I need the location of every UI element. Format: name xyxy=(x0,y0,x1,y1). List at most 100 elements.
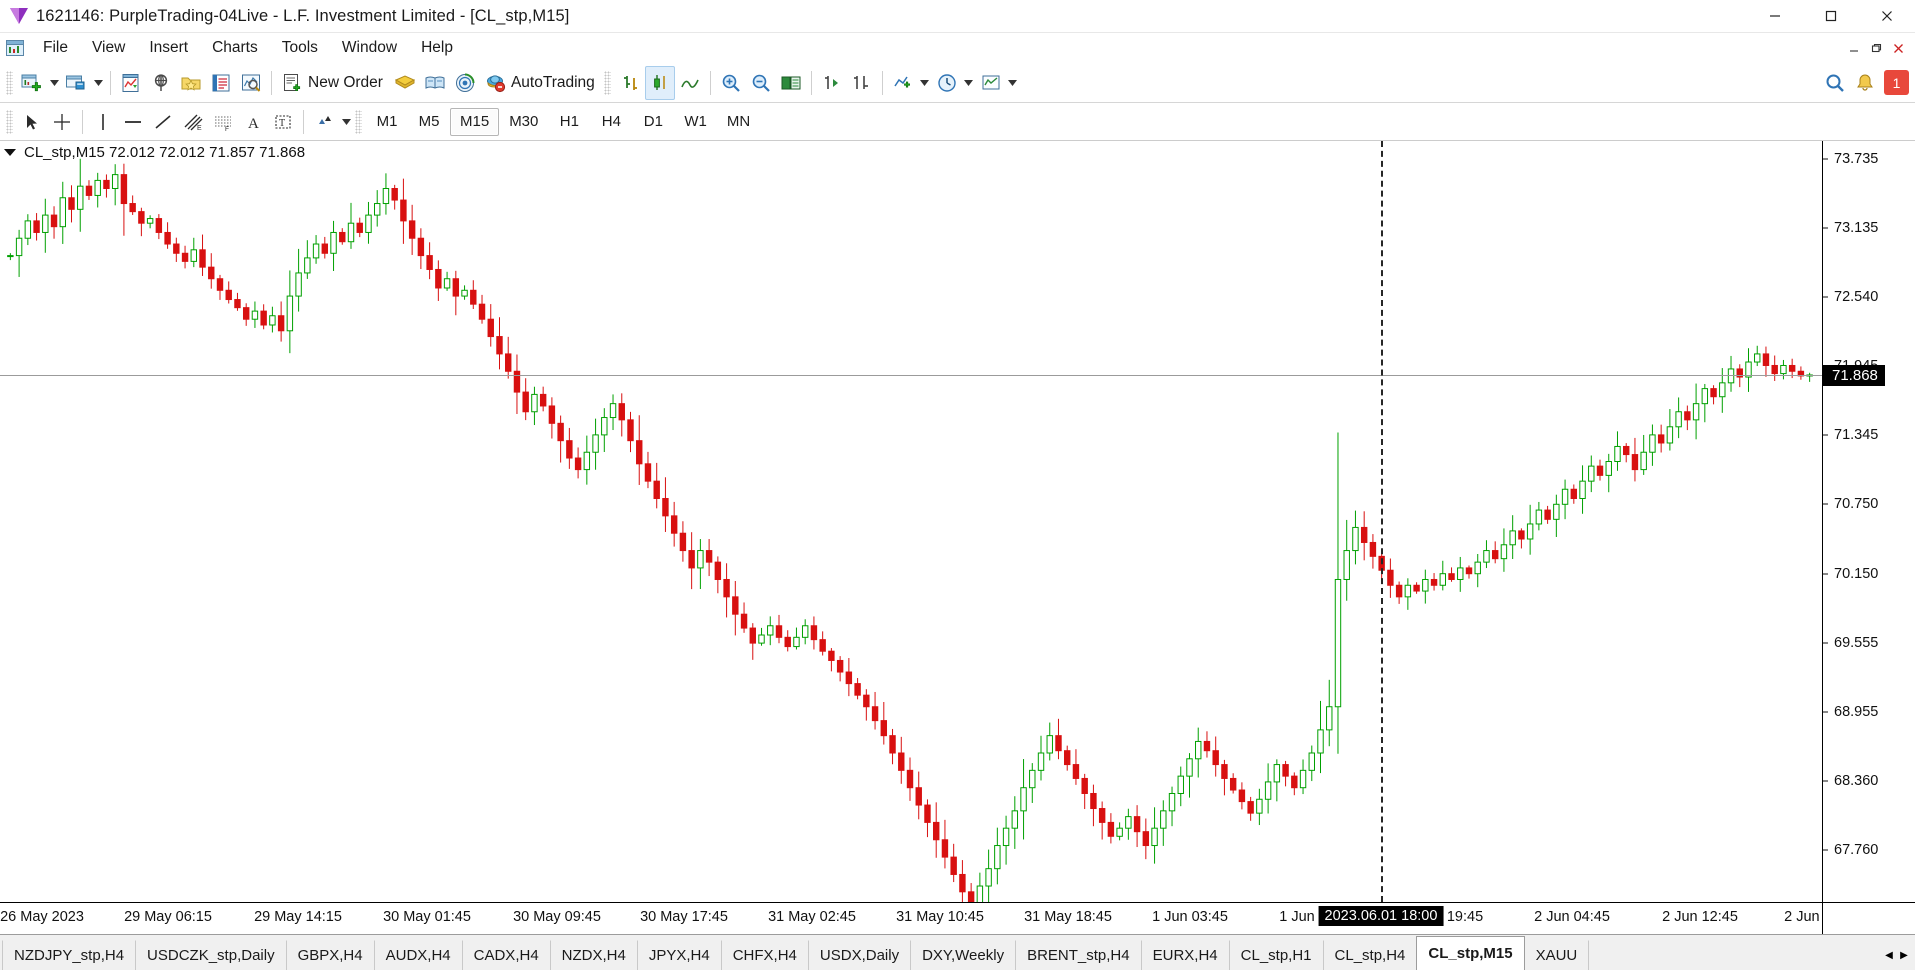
chart-tab[interactable]: CL_stp,H4 xyxy=(1322,940,1418,970)
chart-tab[interactable]: CHFX,H4 xyxy=(720,940,809,970)
chart-tab[interactable]: DXY,Weekly xyxy=(910,940,1017,970)
menu-insert[interactable]: Insert xyxy=(137,36,200,60)
mql5-community-button[interactable] xyxy=(390,66,420,100)
indicators-dropdown-caret[interactable] xyxy=(918,66,932,100)
text-label-icon[interactable]: T xyxy=(268,105,298,139)
chart-tab[interactable]: CL_stp,H1 xyxy=(1228,940,1324,970)
menu-help[interactable]: Help xyxy=(409,36,465,60)
chart-minimize-button[interactable] xyxy=(1843,38,1865,58)
periods-button[interactable] xyxy=(932,66,962,100)
templates-button[interactable] xyxy=(976,66,1006,100)
new-order-button[interactable]: New Order xyxy=(277,66,390,100)
candle-body xyxy=(618,403,625,421)
menu-window[interactable]: Window xyxy=(330,36,409,60)
chart-tab[interactable]: JPYX,H4 xyxy=(636,940,722,970)
menu-file[interactable]: File xyxy=(31,36,80,60)
profiles-button[interactable] xyxy=(61,66,91,100)
indicators-button[interactable] xyxy=(888,66,918,100)
zoom-out-button[interactable] xyxy=(746,66,776,100)
chart-close-button[interactable] xyxy=(1887,38,1909,58)
toolbar-grip-2[interactable] xyxy=(603,70,611,95)
window-minimize-button[interactable] xyxy=(1747,0,1803,33)
chart-context-triangle-icon[interactable] xyxy=(4,148,16,156)
fibonacci-icon[interactable]: F xyxy=(208,105,238,139)
line-chart-button[interactable] xyxy=(675,66,705,100)
candle-body xyxy=(225,289,232,301)
chart-tab[interactable]: USDCZK_stp,Daily xyxy=(135,940,287,970)
chart-tab[interactable]: AUDX,H4 xyxy=(373,940,463,970)
periods-grip[interactable] xyxy=(355,109,362,134)
menu-view[interactable]: View xyxy=(80,36,137,60)
period-m1[interactable]: M1 xyxy=(366,108,408,136)
tab-scroll-left-arrow[interactable]: ◀ xyxy=(1882,941,1896,969)
navigator-button[interactable] xyxy=(146,66,176,100)
chart-tab-bar[interactable]: NZDJPY_stp,H4 USDCZK_stp,Daily GBPX,H4 AUDX… xyxy=(0,934,1915,970)
arrows-dropdown-caret[interactable] xyxy=(339,105,353,139)
market-watch-button[interactable] xyxy=(116,66,146,100)
crosshair-icon[interactable] xyxy=(47,105,77,139)
period-m5[interactable]: M5 xyxy=(408,108,450,136)
cursor-icon[interactable] xyxy=(17,105,47,139)
horizontal-line-icon[interactable] xyxy=(118,105,148,139)
chart-area[interactable]: CL_stp,M15 72.012 72.012 71.857 71.868 7… xyxy=(0,141,1915,934)
chart-tab[interactable]: USDX,Daily xyxy=(807,940,912,970)
time-axis[interactable]: 26 May 2023 29 May 06:15 29 May 14:15 30 Ma… xyxy=(0,902,1860,934)
candle-body xyxy=(1579,480,1586,500)
trendline-icon[interactable] xyxy=(148,105,178,139)
bar-chart-button[interactable] xyxy=(615,66,645,100)
profiles-dropdown-caret[interactable] xyxy=(91,66,105,100)
expert-advisors-button[interactable] xyxy=(450,66,480,100)
tile-windows-button[interactable] xyxy=(776,66,806,100)
toolbar-grip[interactable] xyxy=(6,70,13,95)
period-m30[interactable]: M30 xyxy=(499,108,548,136)
templates-dropdown-caret[interactable] xyxy=(1006,66,1020,100)
period-m15[interactable]: M15 xyxy=(450,107,500,136)
strategy-tester-button[interactable] xyxy=(236,66,266,100)
candle-body xyxy=(1195,740,1202,760)
new-chart-dropdown-caret[interactable] xyxy=(47,66,61,100)
equidistant-channel-icon[interactable]: E xyxy=(178,105,208,139)
chart-tab[interactable]: CADX,H4 xyxy=(461,940,551,970)
time-tick-label: 29 May 06:15 xyxy=(124,909,212,925)
window-maximize-button[interactable] xyxy=(1803,0,1859,33)
chart-tab[interactable]: EURX,H4 xyxy=(1140,940,1230,970)
axis-corner xyxy=(1822,902,1915,934)
chart-tab[interactable]: BRENT_stp,H4 xyxy=(1015,940,1142,970)
candle-body xyxy=(452,278,460,297)
menu-charts[interactable]: Charts xyxy=(200,36,270,60)
price-axis[interactable]: 73.73573.13572.54071.94571.34570.75070.1… xyxy=(1822,141,1915,927)
chart-shift-button[interactable] xyxy=(817,66,847,100)
new-chart-button[interactable] xyxy=(17,66,47,100)
candlestick-chart-button[interactable] xyxy=(644,65,675,100)
periods-dropdown-caret[interactable] xyxy=(962,66,976,100)
search-button[interactable] xyxy=(1820,66,1850,100)
vertical-line-icon[interactable] xyxy=(88,105,118,139)
chart-tab[interactable]: NZDX,H4 xyxy=(549,940,638,970)
metaeditor-button[interactable] xyxy=(420,66,450,100)
window-close-button[interactable] xyxy=(1859,0,1915,33)
chart-restore-button[interactable] xyxy=(1865,38,1887,58)
period-mn[interactable]: MN xyxy=(717,108,760,136)
favorites-folder-button[interactable] xyxy=(176,66,206,100)
menu-tools[interactable]: Tools xyxy=(270,36,330,60)
chart-tab-active[interactable]: CL_stp,M15 xyxy=(1416,936,1525,970)
tab-scroll-right-arrow[interactable]: ▶ xyxy=(1897,941,1911,969)
period-w1[interactable]: W1 xyxy=(674,108,717,136)
chart-tab[interactable]: NZDJPY_stp,H4 xyxy=(2,940,137,970)
alerts-count-badge[interactable]: 1 xyxy=(1884,70,1909,95)
arrows-icon[interactable] xyxy=(309,105,339,139)
period-h4[interactable]: H4 xyxy=(590,108,632,136)
linestudies-grip[interactable] xyxy=(6,109,13,134)
chart-tab[interactable]: XAUU xyxy=(1523,940,1590,970)
chart-tab[interactable]: GBPX,H4 xyxy=(285,940,375,970)
alerts-bell-icon[interactable] xyxy=(1850,66,1880,100)
data-window-button[interactable] xyxy=(206,66,236,100)
text-icon[interactable]: A xyxy=(238,105,268,139)
candle-body xyxy=(443,278,451,289)
auto-scroll-button[interactable] xyxy=(847,66,877,100)
period-h1[interactable]: H1 xyxy=(548,108,590,136)
candle-body xyxy=(801,625,809,638)
period-d1[interactable]: D1 xyxy=(632,108,674,136)
zoom-in-button[interactable] xyxy=(716,66,746,100)
autotrading-button[interactable]: AutoTrading xyxy=(480,66,602,100)
